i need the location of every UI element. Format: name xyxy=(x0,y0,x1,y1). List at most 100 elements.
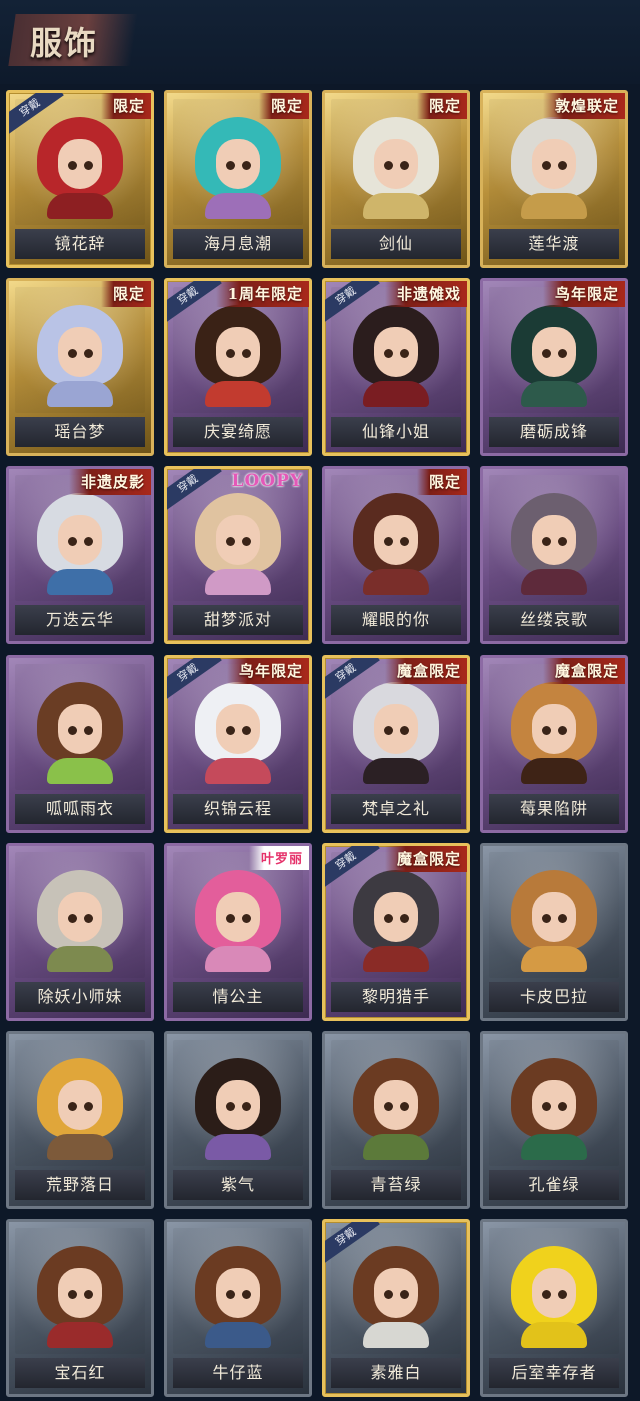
outfit-card[interactable]: 限定 穿戴 镜花辞 xyxy=(6,90,154,268)
portrait-face xyxy=(532,515,576,565)
portrait-eye xyxy=(84,161,93,170)
portrait-eye xyxy=(242,349,251,358)
portrait-eye xyxy=(68,161,77,170)
portrait-eye xyxy=(558,914,567,923)
portrait-eye xyxy=(68,537,77,546)
outfit-card[interactable]: 宝石红 xyxy=(6,1219,154,1397)
outfit-card[interactable]: 孔雀绿 xyxy=(480,1031,628,1209)
portrait-eye xyxy=(84,914,93,923)
portrait-eye xyxy=(558,537,567,546)
outfit-card[interactable]: 限定瑶台梦 xyxy=(6,278,154,456)
portrait-eye xyxy=(400,914,409,923)
portrait-eye xyxy=(542,1102,551,1111)
outfit-card[interactable]: 叶罗丽 情公主 xyxy=(164,843,312,1021)
character-portrait xyxy=(511,870,597,972)
portrait-outfit xyxy=(205,946,271,972)
portrait-outfit xyxy=(521,758,587,784)
character-portrait xyxy=(511,117,597,219)
limited-tag: 限定 xyxy=(100,281,151,307)
portrait-eye xyxy=(226,537,235,546)
character-portrait xyxy=(195,305,281,407)
outfit-name: 孔雀绿 xyxy=(489,1170,619,1200)
outfit-name: 情公主 xyxy=(173,982,303,1012)
outfit-card[interactable]: 魔盒限定 莓果陷阱 xyxy=(480,655,628,833)
outfit-card[interactable]: 后室幸存者 xyxy=(480,1219,628,1397)
portrait-face xyxy=(58,892,102,942)
portrait-face xyxy=(216,139,260,189)
outfit-name: 磨砺成锋 xyxy=(489,417,619,447)
outfit-name: 瑶台梦 xyxy=(15,417,145,447)
character-portrait xyxy=(353,117,439,219)
limited-tag: LOOPY xyxy=(231,471,303,491)
outfit-card[interactable]: 牛仔蓝 xyxy=(164,1219,312,1397)
character-portrait xyxy=(195,1246,281,1348)
outfit-card[interactable]: 非遗傩戏 穿戴 仙锋小姐 xyxy=(322,278,470,456)
portrait-eye xyxy=(558,349,567,358)
outfit-card[interactable]: 丝缕哀歌 xyxy=(480,466,628,644)
character-portrait xyxy=(195,870,281,972)
outfit-name: 镜花辞 xyxy=(15,229,145,259)
outfit-card[interactable]: 青苔绿 xyxy=(322,1031,470,1209)
outfit-name: 庆宴绮愿 xyxy=(173,417,303,447)
outfit-card[interactable]: 鸟年限定 磨砺成锋 xyxy=(480,278,628,456)
outfit-card[interactable]: 魔盒限定 穿戴 黎明猎手 xyxy=(322,843,470,1021)
outfit-card[interactable]: 穿戴 素雅白 xyxy=(322,1219,470,1397)
outfit-name: 素雅白 xyxy=(331,1358,461,1388)
outfit-card[interactable]: 敦煌联定 莲华渡 xyxy=(480,90,628,268)
portrait-eye xyxy=(226,1102,235,1111)
character-portrait xyxy=(195,1058,281,1160)
portrait-eye xyxy=(384,349,393,358)
outfit-card[interactable]: 除妖小师妹 xyxy=(6,843,154,1021)
portrait-eye xyxy=(384,1102,393,1111)
portrait-face xyxy=(374,139,418,189)
outfit-card[interactable]: 荒野落日 xyxy=(6,1031,154,1209)
outfit-name: 莲华渡 xyxy=(489,229,619,259)
portrait-face xyxy=(374,515,418,565)
portrait-eye xyxy=(400,1290,409,1299)
portrait-eye xyxy=(542,914,551,923)
portrait-eye xyxy=(84,726,93,735)
outfit-card[interactable]: 1周年限定 穿戴 庆宴绮愿 xyxy=(164,278,312,456)
portrait-outfit xyxy=(205,1134,271,1160)
portrait-outfit xyxy=(205,381,271,407)
portrait-face xyxy=(216,1268,260,1318)
outfit-card[interactable]: 魔盒限定 穿戴 梵卓之礼 xyxy=(322,655,470,833)
portrait-eye xyxy=(242,161,251,170)
outfit-card[interactable]: 鸟年限定 穿戴 织锦云程 xyxy=(164,655,312,833)
portrait-face xyxy=(58,704,102,754)
outfit-card[interactable]: LOOPY 穿戴 甜梦派对 xyxy=(164,466,312,644)
outfit-card[interactable]: 限定 剑仙 xyxy=(322,90,470,268)
character-portrait xyxy=(37,117,123,219)
portrait-eye xyxy=(242,537,251,546)
limited-tag: 1周年限定 xyxy=(215,281,309,307)
character-portrait xyxy=(37,305,123,407)
portrait-face xyxy=(58,1080,102,1130)
limited-tag: 限定 xyxy=(258,93,309,119)
outfit-name: 甜梦派对 xyxy=(173,605,303,635)
outfit-card[interactable]: 紫气 xyxy=(164,1031,312,1209)
outfit-name: 梵卓之礼 xyxy=(331,794,461,824)
limited-tag: 限定 xyxy=(100,93,151,119)
outfit-card[interactable]: 限定 耀眼的你 xyxy=(322,466,470,644)
outfit-name: 青苔绿 xyxy=(331,1170,461,1200)
portrait-eye xyxy=(400,1102,409,1111)
outfit-card[interactable]: 卡皮巴拉 xyxy=(480,843,628,1021)
outfit-card[interactable]: 呱呱雨衣 xyxy=(6,655,154,833)
portrait-eye xyxy=(84,1102,93,1111)
outfit-card[interactable]: 非遗皮影 万迭云华 xyxy=(6,466,154,644)
character-portrait xyxy=(511,682,597,784)
outfit-name: 后室幸存者 xyxy=(489,1358,619,1388)
outfit-name: 呱呱雨衣 xyxy=(15,794,145,824)
outfit-card[interactable]: 限定 海月息潮 xyxy=(164,90,312,268)
limited-tag: 非遗皮影 xyxy=(68,469,151,495)
portrait-face xyxy=(374,1080,418,1130)
limited-tag: 鸟年限定 xyxy=(226,658,309,684)
portrait-outfit xyxy=(205,758,271,784)
character-portrait xyxy=(353,1058,439,1160)
outfit-name: 卡皮巴拉 xyxy=(489,982,619,1012)
portrait-face xyxy=(374,1268,418,1318)
portrait-eye xyxy=(68,726,77,735)
portrait-eye xyxy=(542,349,551,358)
portrait-outfit xyxy=(521,946,587,972)
character-portrait xyxy=(353,1246,439,1348)
